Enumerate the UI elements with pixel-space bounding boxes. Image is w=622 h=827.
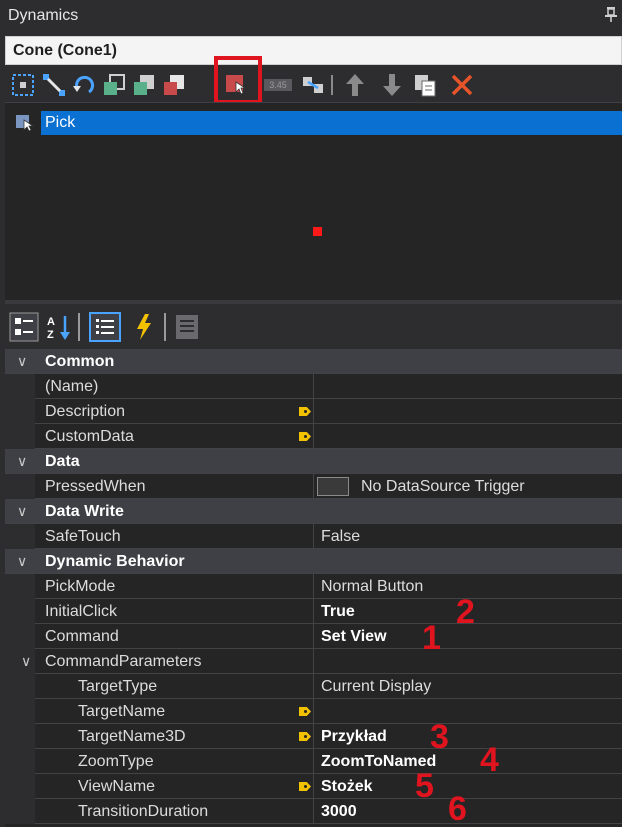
red-marker (313, 227, 322, 236)
move-back-icon[interactable] (131, 72, 157, 98)
property-name: CustomData (45, 428, 134, 445)
property-row[interactable]: TransitionDuration 3000 (5, 799, 622, 824)
property-name: PressedWhen (45, 478, 146, 495)
property-row[interactable]: ZoomType ZoomToNamed (5, 749, 622, 774)
property-name: (Name) (45, 378, 99, 395)
property-value[interactable]: Set View (321, 628, 387, 646)
property-row[interactable]: CustomData (5, 424, 622, 449)
property-name: InitialClick (45, 603, 118, 620)
property-grid-toolbar: AZ (5, 306, 622, 346)
category-data-write[interactable]: ∨ Data Write (5, 499, 622, 524)
property-grid: ∨ Common (Name) Description CustomData ∨… (5, 349, 622, 827)
chevron-down-icon[interactable]: ∨ (17, 553, 27, 570)
property-name: Command (45, 628, 119, 645)
chevron-down-icon[interactable]: ∨ (17, 503, 27, 520)
select-area-icon[interactable] (10, 72, 36, 98)
alphabetical-icon[interactable]: AZ (45, 312, 73, 347)
value-display-icon[interactable]: 3.45 (263, 72, 293, 98)
svg-text:Z: Z (47, 329, 54, 341)
category-label: Data Write (45, 503, 124, 520)
svg-text:3.45: 3.45 (269, 80, 287, 90)
move-up-icon[interactable] (342, 72, 368, 98)
copy-icon[interactable] (412, 72, 438, 98)
property-value[interactable]: Przykład (321, 728, 387, 746)
category-label: Dynamic Behavior (45, 553, 185, 570)
annotation-number: 3 (430, 718, 449, 756)
property-row[interactable]: SafeTouch False (5, 524, 622, 549)
property-value[interactable]: Stożek (321, 778, 373, 796)
property-name: Description (45, 403, 126, 420)
property-row[interactable]: ∨ CommandParameters (5, 649, 622, 674)
toolbar-separator (77, 311, 81, 348)
pick-button-highlight (214, 56, 262, 104)
move-front-icon[interactable] (101, 72, 127, 98)
animation-list: Pick (5, 102, 622, 300)
property-name: CommandParameters (45, 653, 202, 670)
property-value[interactable]: Current Display (321, 678, 431, 696)
categorized-icon[interactable] (9, 312, 39, 347)
property-value[interactable]: False (321, 528, 360, 546)
toolbar-separator (329, 72, 335, 98)
annotation-number: 6 (448, 790, 467, 827)
svg-text:A: A (47, 316, 55, 328)
property-row[interactable]: Description (5, 399, 622, 424)
selection-highlight (41, 111, 622, 135)
property-pages-icon[interactable] (173, 312, 203, 347)
property-name: ViewName (78, 778, 156, 795)
property-row[interactable]: (Name) (5, 374, 622, 399)
list-item-pick[interactable]: Pick (5, 111, 622, 135)
property-value[interactable]: No DataSource Trigger (361, 478, 525, 496)
annotation-number: 5 (415, 767, 434, 805)
property-value[interactable]: 3000 (321, 803, 357, 821)
pick-icon (15, 113, 37, 138)
panel-splitter[interactable] (5, 300, 622, 304)
property-row[interactable]: ViewName Stożek (5, 774, 622, 799)
property-name: SafeTouch (45, 528, 121, 545)
category-dynamic-behavior[interactable]: ∨ Dynamic Behavior (5, 549, 622, 574)
property-value[interactable]: True (321, 603, 355, 621)
selected-object-name: Cone (Cone1) (13, 42, 117, 59)
resize-icon[interactable] (41, 72, 67, 98)
property-name: TargetName (78, 703, 166, 720)
property-name: ZoomType (78, 753, 154, 770)
chevron-down-icon[interactable]: ∨ (17, 453, 27, 470)
chevron-down-icon[interactable]: ∨ (17, 353, 27, 370)
animation-toolbar: 3.45 (5, 66, 622, 102)
property-name: TargetType (78, 678, 158, 695)
link-icon[interactable] (300, 72, 326, 98)
move-down-icon[interactable] (379, 72, 405, 98)
property-name: TransitionDuration (78, 803, 209, 820)
property-name: TargetName3D (78, 728, 186, 745)
annotation-number: 1 (422, 619, 441, 657)
category-label: Common (45, 353, 115, 370)
annotation-number: 2 (456, 593, 475, 631)
property-value[interactable]: Normal Button (321, 578, 423, 596)
category-label: Data (45, 453, 80, 470)
category-common[interactable]: ∨ Common (5, 349, 622, 374)
property-row[interactable]: TargetType Current Display (5, 674, 622, 699)
list-item-label: Pick (45, 114, 76, 131)
chevron-down-icon[interactable]: ∨ (21, 653, 31, 670)
fill-color-icon[interactable] (161, 72, 187, 98)
annotation-number: 4 (480, 741, 499, 779)
property-row[interactable]: TargetName3D Przykład (5, 724, 622, 749)
property-row[interactable]: Command Set View (5, 624, 622, 649)
property-row[interactable]: PickMode Normal Button (5, 574, 622, 599)
panel-titlebar: Dynamics (0, 0, 622, 32)
property-row[interactable]: InitialClick True (5, 599, 622, 624)
category-data[interactable]: ∨ Data (5, 449, 622, 474)
pin-icon[interactable] (604, 6, 618, 26)
events-icon[interactable] (133, 312, 155, 347)
trigger-swatch[interactable] (317, 477, 349, 496)
property-row[interactable]: PressedWhen No DataSource Trigger (5, 474, 622, 499)
property-row[interactable]: TargetName (5, 699, 622, 724)
toolbar-separator (163, 311, 167, 348)
properties-icon[interactable] (89, 312, 121, 347)
property-name: PickMode (45, 578, 116, 595)
rotate-icon[interactable] (71, 72, 97, 98)
delete-icon[interactable] (449, 72, 475, 98)
panel-title: Dynamics (8, 7, 79, 24)
selected-object-bar: Cone (Cone1) (5, 36, 622, 65)
